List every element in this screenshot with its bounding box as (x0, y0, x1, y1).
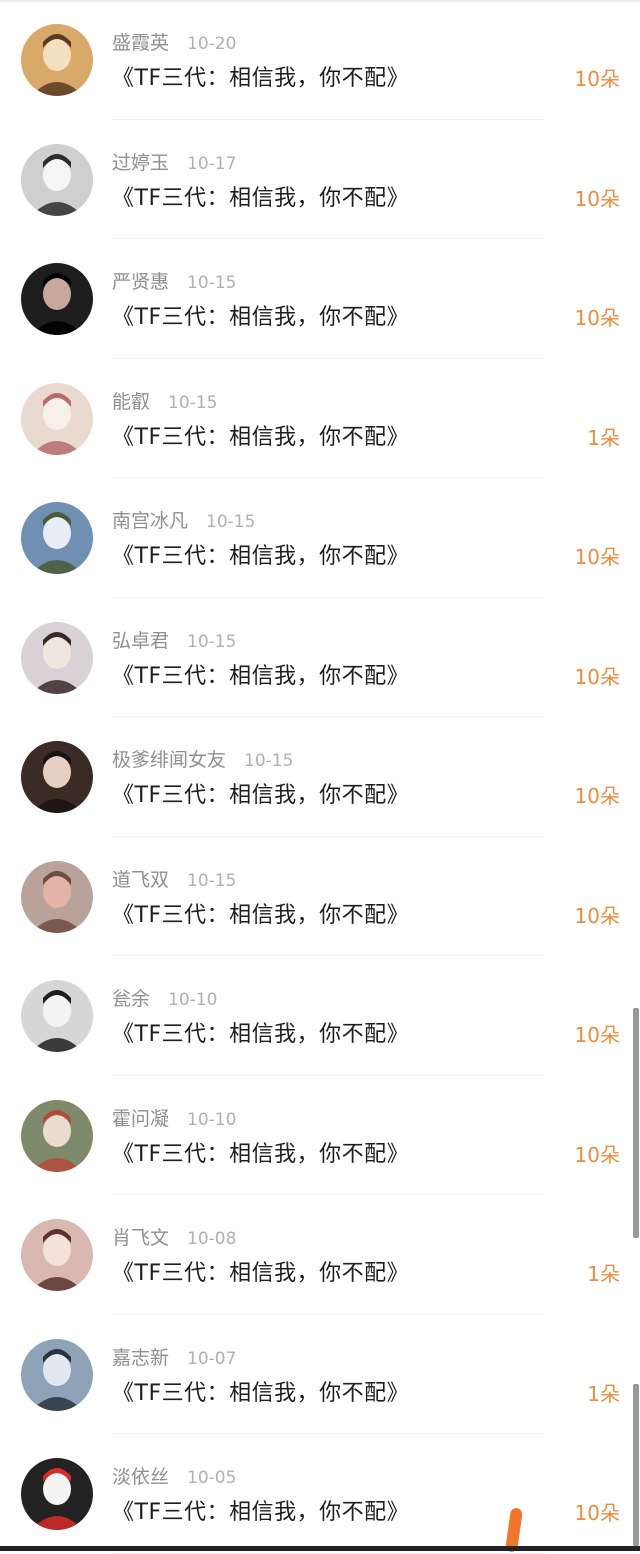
gift-date: 10-15 (168, 392, 218, 413)
flower-count: 10朵 (574, 306, 620, 330)
gift-title: 《TF三代：相信我，你不配》 (112, 783, 410, 808)
user-name: 极爹绯闻女友 10-15 (112, 745, 293, 772)
flower-count: 10朵 (574, 784, 620, 808)
user-name: 淡依丝 10-05 (112, 1462, 236, 1489)
flower-count: 1朵 (587, 1381, 620, 1406)
user-name-text: 瓮余 (112, 988, 151, 1010)
user-name-text: 严贤惠 (112, 271, 170, 293)
list-item[interactable]: 淡依丝 10-05 《TF三代：相信我，你不配》 10朵 (0, 1434, 640, 1554)
gift-title: 《TF三代：相信我，你不配》 (112, 1141, 410, 1167)
user-name: 盛霞英 10-20 (112, 28, 236, 55)
bottom-bar (0, 1546, 640, 1551)
gift-date: 10-10 (168, 990, 218, 1010)
user-name-text: 道飞双 (112, 868, 170, 891)
list-item[interactable]: 嘉志新 10-07 《TF三代：相信我，你不配》 1朵 (0, 1315, 640, 1434)
avatar[interactable] (21, 621, 93, 694)
user-name-text: 嘉志新 (112, 1346, 170, 1369)
avatar[interactable] (21, 1338, 93, 1411)
row-divider (112, 1552, 545, 1554)
avatar[interactable] (21, 980, 93, 1052)
list-item[interactable]: 肖飞文 10-08 《TF三代：相信我，你不配》 1朵 (0, 1195, 640, 1315)
gift-date: 10-05 (187, 1468, 237, 1488)
user-name: 严贤惠 10-15 (112, 267, 236, 294)
user-name-text: 霍问凝 (112, 1107, 170, 1130)
gift-title: 《TF三代：相信我，你不配》 (112, 902, 410, 928)
gift-title: 《TF三代：相信我，你不配》 (112, 185, 410, 211)
list-item[interactable]: 霍问凝 10-10 《TF三代：相信我，你不配》 10朵 (0, 1076, 640, 1195)
user-name: 过婷玉 10-17 (112, 148, 236, 175)
scrollbar-thumb[interactable] (633, 1008, 639, 1238)
user-name: 嘉志新 10-07 (112, 1343, 236, 1370)
gift-date: 10-15 (187, 870, 237, 891)
list-item[interactable]: 弘卓君 10-15 《TF三代：相信我，你不配》 10朵 (0, 598, 640, 717)
user-name: 霍问凝 10-10 (112, 1104, 236, 1131)
gift-date: 10-17 (187, 153, 237, 174)
avatar[interactable] (21, 382, 93, 455)
flower-count: 10朵 (574, 1023, 620, 1047)
flower-count: 10朵 (574, 1142, 620, 1167)
gift-title: 《TF三代：相信我，你不配》 (112, 544, 410, 569)
gift-title: 《TF三代：相信我，你不配》 (112, 424, 410, 450)
user-name-text: 南宫冰凡 (112, 510, 189, 532)
user-name: 肖飞文 10-08 (112, 1223, 236, 1250)
avatar[interactable] (21, 143, 93, 216)
gift-title: 《TF三代：相信我，你不配》 (112, 1261, 410, 1286)
user-name-text: 盛霞英 (112, 32, 170, 54)
list-item[interactable]: 过婷玉 10-17 《TF三代：相信我，你不配》 10朵 (0, 120, 640, 239)
flower-count: 10朵 (574, 67, 620, 91)
user-name-text: 弘卓君 (112, 629, 170, 652)
list-item[interactable]: 南宫冰凡 10-15 《TF三代：相信我，你不配》 10朵 (0, 478, 640, 598)
flower-count: 1朵 (587, 1262, 620, 1286)
user-name-text: 淡依丝 (112, 1466, 170, 1488)
user-name-text: 极爹绯闻女友 (112, 749, 227, 771)
gift-list: 盛霞英 10-20 《TF三代：相信我，你不配》 10朵 过婷玉 10-17 《TF三代：相… (0, 0, 640, 1554)
list-item[interactable]: 盛霞英 10-20 《TF三代：相信我，你不配》 10朵 (0, 0, 640, 120)
gift-title: 《TF三代：相信我，你不配》 (112, 1380, 410, 1406)
flower-count: 10朵 (574, 903, 620, 928)
gift-title: 《TF三代：相信我，你不配》 (112, 1022, 410, 1047)
flower-count: 10朵 (574, 186, 620, 211)
list-item[interactable]: 严贤惠 10-15 《TF三代：相信我，你不配》 10朵 (0, 239, 640, 359)
user-name-text: 过婷玉 (112, 151, 170, 174)
flower-count: 10朵 (574, 664, 620, 689)
avatar[interactable] (21, 1219, 93, 1291)
user-name-text: 能叡 (112, 390, 151, 413)
avatar[interactable] (21, 741, 93, 813)
user-name: 瓮余 10-10 (112, 984, 217, 1011)
gift-date: 10-15 (206, 512, 256, 532)
gift-title: 《TF三代：相信我，你不配》 (112, 663, 410, 689)
avatar[interactable] (21, 1099, 93, 1172)
avatar[interactable] (21, 24, 93, 96)
gift-date: 10-20 (187, 34, 237, 54)
list-item[interactable]: 能叡 10-15 《TF三代：相信我，你不配》 1朵 (0, 359, 640, 478)
flower-count: 10朵 (574, 1501, 620, 1525)
list-item[interactable]: 极爹绯闻女友 10-15 《TF三代：相信我，你不配》 10朵 (0, 717, 640, 837)
avatar[interactable] (21, 263, 93, 335)
gift-date: 10-10 (187, 1109, 237, 1130)
user-name-text: 肖飞文 (112, 1227, 170, 1249)
list-item[interactable]: 瓮余 10-10 《TF三代：相信我，你不配》 10朵 (0, 956, 640, 1076)
user-name: 弘卓君 10-15 (112, 626, 236, 653)
avatar[interactable] (21, 502, 93, 574)
scrollbar-thumb-secondary[interactable] (633, 1384, 639, 1546)
avatar[interactable] (21, 860, 93, 933)
flower-count: 10朵 (574, 545, 620, 569)
gift-date: 10-15 (187, 273, 237, 293)
gift-date: 10-07 (187, 1348, 237, 1369)
gift-date: 10-15 (187, 631, 237, 652)
gift-date: 10-08 (187, 1229, 237, 1249)
avatar[interactable] (21, 1458, 93, 1530)
flower-count: 1朵 (587, 425, 620, 450)
gift-date: 10-15 (244, 751, 294, 771)
list-item[interactable]: 道飞双 10-15 《TF三代：相信我，你不配》 10朵 (0, 837, 640, 956)
user-name: 能叡 10-15 (112, 387, 217, 414)
gift-title: 《TF三代：相信我，你不配》 (112, 66, 410, 91)
user-name: 南宫冰凡 10-15 (112, 506, 255, 533)
user-name: 道飞双 10-15 (112, 865, 236, 892)
gift-title: 《TF三代：相信我，你不配》 (112, 1500, 410, 1525)
gift-title: 《TF三代：相信我，你不配》 (112, 305, 410, 330)
